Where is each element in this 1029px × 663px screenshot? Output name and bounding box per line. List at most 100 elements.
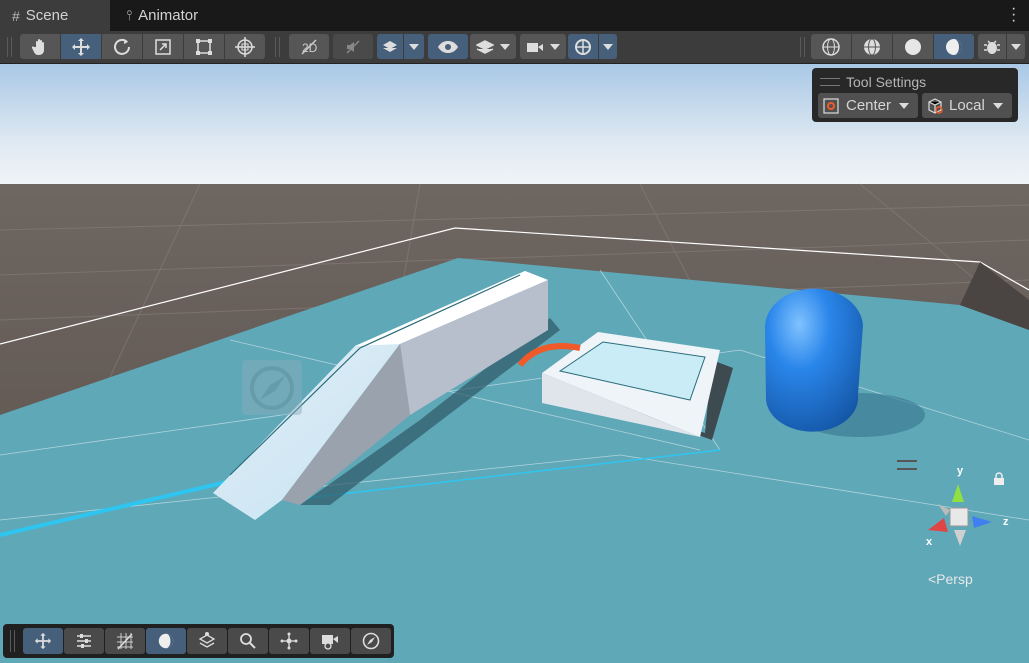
camera-eye-icon	[322, 635, 338, 650]
camera-dropdown[interactable]	[520, 34, 566, 59]
eye-icon	[438, 40, 458, 53]
toolbar-separator	[275, 37, 280, 57]
gizmo-y-axis[interactable]	[952, 484, 964, 502]
debug-draw-button[interactable]	[978, 34, 1006, 59]
effects-icon	[383, 40, 397, 52]
gizmo-center-cube[interactable]	[949, 507, 969, 527]
audio-toggle-button[interactable]	[333, 34, 373, 59]
navigation-button[interactable]	[351, 628, 391, 654]
lit-sphere-icon	[946, 38, 962, 55]
tab-scene-label: Scene	[25, 7, 69, 24]
pivot-rotation-dropdown[interactable]: Local	[922, 93, 1012, 118]
transform-settings-button[interactable]	[64, 628, 104, 654]
gizmos-dropdown[interactable]	[599, 34, 617, 59]
gizmo-x-axis[interactable]	[928, 518, 948, 532]
tab-bar: # Scene ⫯ Animator · · ·	[0, 0, 1029, 31]
svg-text:2D: 2D	[302, 41, 318, 55]
audio-muted-icon	[346, 39, 360, 54]
move-icon	[72, 37, 90, 56]
shaded-button[interactable]	[893, 34, 933, 59]
gizmo-x-label: x	[926, 536, 933, 548]
pivot-rotation-value: Local	[949, 97, 985, 114]
tool-settings-title: Tool Settings	[846, 74, 927, 90]
bug-icon	[984, 39, 1000, 54]
toolbar-separator	[800, 37, 805, 57]
tab-animator[interactable]: ⫯ Animator	[118, 0, 198, 31]
pivot-center-icon	[823, 97, 839, 114]
camera-preview-button[interactable]	[310, 628, 350, 654]
rotate-tool-button[interactable]	[102, 34, 142, 59]
more-options-icon[interactable]: · · ·	[1011, 1, 1016, 29]
view-lighting-button[interactable]	[146, 628, 186, 654]
pivot-nodes-icon	[280, 632, 298, 650]
grid-snapping-button[interactable]	[105, 628, 145, 654]
scale-tool-button[interactable]	[143, 34, 183, 59]
local-cube-icon	[928, 97, 943, 114]
chevron-down-icon	[992, 102, 1003, 109]
scene-camera-icon[interactable]	[242, 360, 302, 415]
move-overlay-button[interactable]	[23, 628, 63, 654]
tool-settings-overlay: Tool Settings Center Local	[812, 68, 1018, 122]
grid-snap-icon	[117, 633, 133, 650]
shaded-wireframe-icon	[864, 38, 880, 55]
overlay-grip[interactable]	[10, 630, 15, 652]
transform-icon	[235, 36, 255, 57]
chevron-down-icon	[603, 43, 613, 50]
debug-draw-dropdown[interactable]	[1007, 34, 1025, 59]
gizmo-icon	[575, 38, 591, 55]
pivot-position-value: Center	[846, 97, 892, 114]
compass-icon	[362, 632, 380, 650]
lit-sphere-icon	[158, 633, 174, 649]
overlay-grip[interactable]	[820, 78, 840, 86]
layers-dropdown[interactable]	[470, 34, 516, 59]
gizmo-z-axis[interactable]	[972, 516, 992, 528]
animator-icon: ⫯	[126, 7, 133, 23]
rect-transform-icon	[196, 38, 212, 55]
capsule-object[interactable]	[764, 288, 863, 432]
gizmo-drag-handle[interactable]	[897, 460, 917, 470]
hand-icon	[31, 38, 44, 55]
shaded-wireframe-button[interactable]	[852, 34, 892, 59]
projection-toggle[interactable]: <Persp	[928, 571, 973, 587]
wireframe-shading-button[interactable]	[811, 34, 851, 59]
effects-dropdown[interactable]	[404, 34, 424, 59]
transform-tool-button[interactable]	[225, 34, 265, 59]
lit-shading-button[interactable]	[934, 34, 974, 59]
2d-toggle-button[interactable]: 2D	[289, 34, 329, 59]
chevron-down-icon	[1011, 43, 1021, 50]
chevron-down-icon	[899, 102, 910, 109]
chevron-down-icon	[409, 43, 419, 50]
wireframe-sphere-icon	[822, 37, 840, 56]
move-icon	[34, 632, 52, 650]
tab-scene[interactable]: # Scene	[0, 0, 110, 31]
effects-button[interactable]	[377, 34, 403, 59]
hand-tool-button[interactable]	[20, 34, 60, 59]
chevron-down-icon	[500, 43, 510, 50]
search-icon	[240, 633, 256, 649]
rect-tool-button[interactable]	[184, 34, 224, 59]
pivot-position-dropdown[interactable]: Center	[818, 93, 918, 118]
tab-animator-label: Animator	[138, 7, 199, 24]
grid-icon: #	[12, 7, 20, 24]
layers-view-button[interactable]	[187, 628, 227, 654]
shaded-sphere-icon	[905, 38, 921, 55]
rotate-icon	[114, 38, 130, 55]
sliders-icon	[77, 634, 91, 648]
search-button[interactable]	[228, 628, 268, 654]
scene-viewport[interactable]: Tool Settings Center Local y z x <Persp	[0, 64, 1029, 663]
gizmos-button[interactable]	[568, 34, 598, 59]
layers-diamond-icon	[198, 632, 216, 648]
gizmo-y-label: y	[957, 465, 964, 477]
chevron-down-icon	[550, 43, 560, 50]
pivot-center-button[interactable]	[269, 628, 309, 654]
move-tool-button[interactable]	[61, 34, 101, 59]
visibility-toggle-button[interactable]	[428, 34, 468, 59]
toolbar-grip[interactable]	[7, 37, 12, 57]
gizmo-z-label: z	[1003, 516, 1009, 528]
2d-mode-icon: 2D	[301, 38, 318, 55]
layers-icon	[476, 39, 494, 54]
scale-icon	[155, 38, 171, 55]
camera-icon	[527, 42, 543, 52]
scene-toolbar: 2D	[0, 31, 1029, 64]
scene-render	[0, 64, 1029, 663]
